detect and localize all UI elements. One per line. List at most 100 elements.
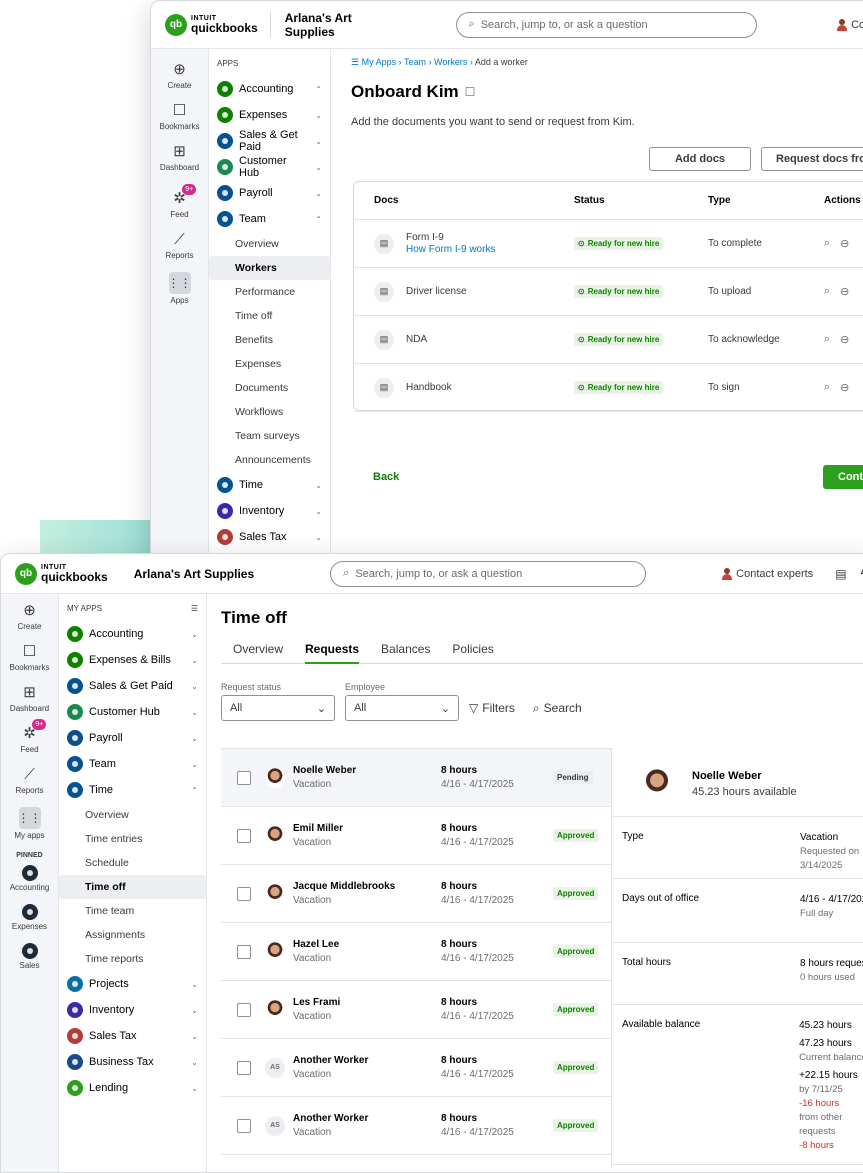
row-checkbox[interactable] bbox=[237, 1118, 251, 1133]
crumb-team[interactable]: Team bbox=[404, 57, 426, 67]
nav-app-inventory[interactable]: Inventory ⌄ bbox=[59, 997, 206, 1023]
nav-app-projects[interactable]: Projects ⌄ bbox=[59, 971, 206, 997]
rail-create[interactable]: ⊕ Create bbox=[1, 602, 58, 631]
remove-icon[interactable]: ⊖ bbox=[840, 285, 849, 298]
rail-reports[interactable]: ⟋ Reports bbox=[151, 231, 208, 260]
nav-sub-time-entries[interactable]: Time entries bbox=[59, 827, 206, 851]
employee-select[interactable]: All ⌄ bbox=[345, 695, 459, 721]
tab-requests[interactable]: Requests bbox=[305, 642, 360, 664]
company-name[interactable]: Arlana's Art Supplies bbox=[269, 11, 416, 39]
continue-button[interactable]: Continue bbox=[823, 465, 863, 489]
nav-app-expenses[interactable]: Expenses ⌄ bbox=[209, 102, 330, 128]
nav-sub-performance[interactable]: Performance bbox=[209, 280, 330, 304]
remove-icon[interactable]: ⊖ bbox=[840, 333, 849, 346]
nav-app-accounting[interactable]: Accounting ⌃ bbox=[209, 76, 330, 102]
nav-app-customer-hub[interactable]: Customer Hub ⌄ bbox=[209, 154, 330, 180]
filters-button[interactable]: ▽ Filters bbox=[469, 695, 515, 721]
add-docs-button[interactable]: Add docs bbox=[649, 147, 751, 171]
nav-app-sales-get-paid[interactable]: Sales & Get Paid ⌄ bbox=[59, 673, 206, 699]
rail-create[interactable]: ⊕ Create bbox=[151, 61, 208, 90]
back-link[interactable]: Back bbox=[373, 471, 399, 483]
nav-app-sales-tax[interactable]: Sales Tax ⌄ bbox=[209, 524, 330, 550]
request-row[interactable]: AS Another Worker Vacation 8 hours 4/16 - 4/… bbox=[221, 1097, 611, 1155]
nav-app-team[interactable]: Team ⌃ bbox=[209, 206, 330, 232]
rail-feed[interactable]: ✲ 9+ Feed bbox=[1, 719, 58, 754]
quickbooks-logo[interactable]: qb INTUIT quickbooks bbox=[151, 13, 258, 36]
nav-app-sales-tax[interactable]: Sales Tax ⌄ bbox=[59, 1023, 206, 1049]
remove-icon[interactable]: ⊖ bbox=[840, 237, 849, 250]
nav-app-customer-hub[interactable]: Customer Hub ⌄ bbox=[59, 699, 206, 725]
tab-balances[interactable]: Balances bbox=[381, 642, 430, 663]
nav-app-business-tax[interactable]: Business Tax ⌄ bbox=[59, 1049, 206, 1075]
nav-sub-workers[interactable]: Workers bbox=[209, 256, 330, 280]
nav-sub-announcements[interactable]: Announcements bbox=[209, 448, 330, 472]
pinned-expenses[interactable]: Expenses bbox=[1, 904, 58, 931]
nav-app-accounting[interactable]: Accounting ⌄ bbox=[59, 621, 206, 647]
nav-sub-time-reports[interactable]: Time reports bbox=[59, 947, 206, 971]
nav-app-sales-get-paid[interactable]: Sales & Get Paid ⌄ bbox=[209, 128, 330, 154]
nav-sub-overview[interactable]: Overview bbox=[209, 232, 330, 256]
row-checkbox[interactable] bbox=[237, 1002, 251, 1017]
rail-dashboard[interactable]: ⊞ Dashboard bbox=[1, 684, 58, 713]
preview-icon[interactable]: ⌕ bbox=[824, 381, 830, 394]
rail-bookmarks[interactable]: ☐ Bookmarks bbox=[151, 102, 208, 131]
request-row[interactable]: Emil Miller Vacation 8 hours 4/16 - 4/17/20… bbox=[221, 807, 611, 865]
request-row[interactable]: Jacque Middlebrooks Vacation 8 hours 4/16 -… bbox=[221, 865, 611, 923]
request-row[interactable]: AS Another Worker Vacation 8 hours 4/16 - 4/… bbox=[221, 1039, 611, 1097]
contact-experts-button[interactable]: Contact experts bbox=[722, 567, 813, 580]
preview-icon[interactable]: ⌕ bbox=[824, 333, 830, 346]
search-toggle[interactable]: ⌕ Search bbox=[533, 695, 582, 721]
contact-experts-button[interactable]: Contact bbox=[837, 18, 863, 31]
nav-app-payroll[interactable]: Payroll ⌄ bbox=[209, 180, 330, 206]
clipboard-icon[interactable]: ▤ bbox=[835, 567, 846, 581]
pinned-sales[interactable]: Sales bbox=[1, 943, 58, 970]
bookmark-icon[interactable]: ☐ bbox=[465, 85, 476, 99]
nav-app-time[interactable]: Time ⌄ bbox=[209, 472, 330, 498]
rail-apps[interactable]: ⋮⋮ Apps bbox=[151, 272, 208, 305]
preview-icon[interactable]: ⌕ bbox=[824, 237, 830, 250]
row-checkbox[interactable] bbox=[237, 1060, 251, 1075]
request-status-select[interactable]: All ⌄ bbox=[221, 695, 335, 721]
row-checkbox[interactable] bbox=[237, 886, 251, 901]
preview-icon[interactable]: ⌕ bbox=[824, 285, 830, 298]
nav-sub-overview[interactable]: Overview bbox=[59, 803, 206, 827]
nav-sub-schedule[interactable]: Schedule bbox=[59, 851, 206, 875]
request-row[interactable]: Noelle Weber Vacation 8 hours 4/16 - 4/17/2… bbox=[221, 749, 611, 807]
search-bar[interactable]: ⌕ Search, jump to, or ask a question bbox=[330, 560, 647, 587]
nav-sub-time-team[interactable]: Time team bbox=[59, 899, 206, 923]
nav-sub-team-surveys[interactable]: Team surveys bbox=[209, 424, 330, 448]
crumb-workers[interactable]: Workers bbox=[434, 57, 467, 67]
tab-overview[interactable]: Overview bbox=[233, 642, 283, 663]
nav-app-time[interactable]: Time ⌃ bbox=[59, 777, 206, 803]
crumb-my-apps[interactable]: My Apps bbox=[362, 57, 397, 67]
row-checkbox[interactable] bbox=[237, 944, 251, 959]
search-bar[interactable]: ⌕ Search, jump to, or ask a question bbox=[455, 11, 758, 38]
nav-app-expenses-bills[interactable]: Expenses & Bills ⌄ bbox=[59, 647, 206, 673]
rail-my-apps[interactable]: ⋮⋮ My apps bbox=[1, 807, 58, 840]
collapse-menu-icon[interactable]: ☰ bbox=[191, 604, 198, 613]
nav-app-lending[interactable]: Lending ⌄ bbox=[59, 1075, 206, 1101]
pinned-accounting[interactable]: Accounting bbox=[1, 865, 58, 892]
rail-dashboard[interactable]: ⊞ Dashboard bbox=[151, 143, 208, 172]
nav-app-team[interactable]: Team ⌄ bbox=[59, 751, 206, 777]
row-checkbox[interactable] bbox=[237, 828, 251, 843]
quickbooks-logo[interactable]: qb INTUIT quickbooks bbox=[1, 562, 108, 585]
nav-sub-workflows[interactable]: Workflows bbox=[209, 400, 330, 424]
nav-sub-benefits[interactable]: Benefits bbox=[209, 328, 330, 352]
request-docs-button[interactable]: Request docs from Kim bbox=[761, 147, 863, 171]
nav-app-payroll[interactable]: Payroll ⌄ bbox=[59, 725, 206, 751]
request-row[interactable]: Hazel Lee Vacation 8 hours 4/16 - 4/17/2025… bbox=[221, 923, 611, 981]
nav-sub-assignments[interactable]: Assignments bbox=[59, 923, 206, 947]
request-row[interactable]: Les Frami Vacation 8 hours 4/16 - 4/17/2025… bbox=[221, 981, 611, 1039]
rail-reports[interactable]: ⟋ Reports bbox=[1, 766, 58, 795]
rail-feed[interactable]: ✲ 9+ Feed bbox=[151, 184, 208, 219]
row-checkbox[interactable] bbox=[237, 770, 251, 785]
remove-icon[interactable]: ⊖ bbox=[840, 381, 849, 394]
company-name[interactable]: Arlana's Art Supplies bbox=[120, 561, 268, 587]
nav-app-inventory[interactable]: Inventory ⌄ bbox=[209, 498, 330, 524]
rail-bookmarks[interactable]: ☐ Bookmarks bbox=[1, 643, 58, 672]
nav-sub-expenses[interactable]: Expenses bbox=[209, 352, 330, 376]
doc-help-link[interactable]: How Form I-9 works bbox=[406, 244, 495, 256]
nav-sub-time-off[interactable]: Time off bbox=[209, 304, 330, 328]
nav-toggle-icon[interactable]: ☰ bbox=[351, 57, 359, 67]
